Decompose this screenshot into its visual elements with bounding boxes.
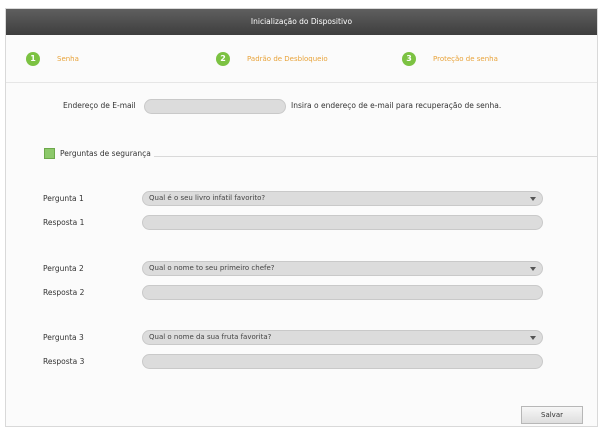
answer-3-label: Resposta 3 [43,357,85,366]
window-title: Inicialização do Dispositivo [6,9,597,35]
question-1-select[interactable]: Qual é o seu livro infatil favorito? [142,191,543,206]
answer-3-input[interactable] [142,354,543,369]
chevron-down-icon [530,197,536,201]
step-1: 1 Senha [26,51,79,67]
step-3-label: Proteção de senha [433,55,498,63]
step-1-number: 1 [26,52,40,66]
question-3-value: Qual o nome da sua fruta favorita? [149,333,272,341]
question-2-select[interactable]: Qual o nome to seu primeiro chefe? [142,261,543,276]
chevron-down-icon [530,336,536,340]
email-hint: Insira o endereço de e-mail para recuper… [291,101,502,110]
answer-1-label: Resposta 1 [43,218,85,227]
answer-2-input[interactable] [142,285,543,300]
device-init-window: Inicialização do Dispositivo 1 Senha 2 P… [5,8,598,427]
section-divider [154,156,597,157]
question-2-label: Pergunta 2 [43,264,84,273]
step-3: 3 Proteção de senha [402,51,498,67]
answer-2-label: Resposta 2 [43,288,85,297]
step-indicator: 1 Senha 2 Padrão de Desbloqueio 3 Proteç… [6,35,597,83]
email-label: Endereço de E-mail [63,101,136,110]
step-1-label: Senha [57,55,79,63]
step-2-number: 2 [216,52,230,66]
question-1-value: Qual é o seu livro infatil favorito? [149,194,266,202]
security-questions-checkbox[interactable] [44,148,55,159]
security-questions-label: Perguntas de segurança [60,149,151,158]
email-input[interactable] [144,99,286,114]
save-button[interactable]: Salvar [521,406,583,424]
chevron-down-icon [530,267,536,271]
step-2: 2 Padrão de Desbloqueio [216,51,328,67]
step-3-number: 3 [402,52,416,66]
step-2-label: Padrão de Desbloqueio [247,55,328,63]
question-2-value: Qual o nome to seu primeiro chefe? [149,264,275,272]
answer-1-input[interactable] [142,215,543,230]
question-3-label: Pergunta 3 [43,333,84,342]
question-1-label: Pergunta 1 [43,194,84,203]
question-3-select[interactable]: Qual o nome da sua fruta favorita? [142,330,543,345]
